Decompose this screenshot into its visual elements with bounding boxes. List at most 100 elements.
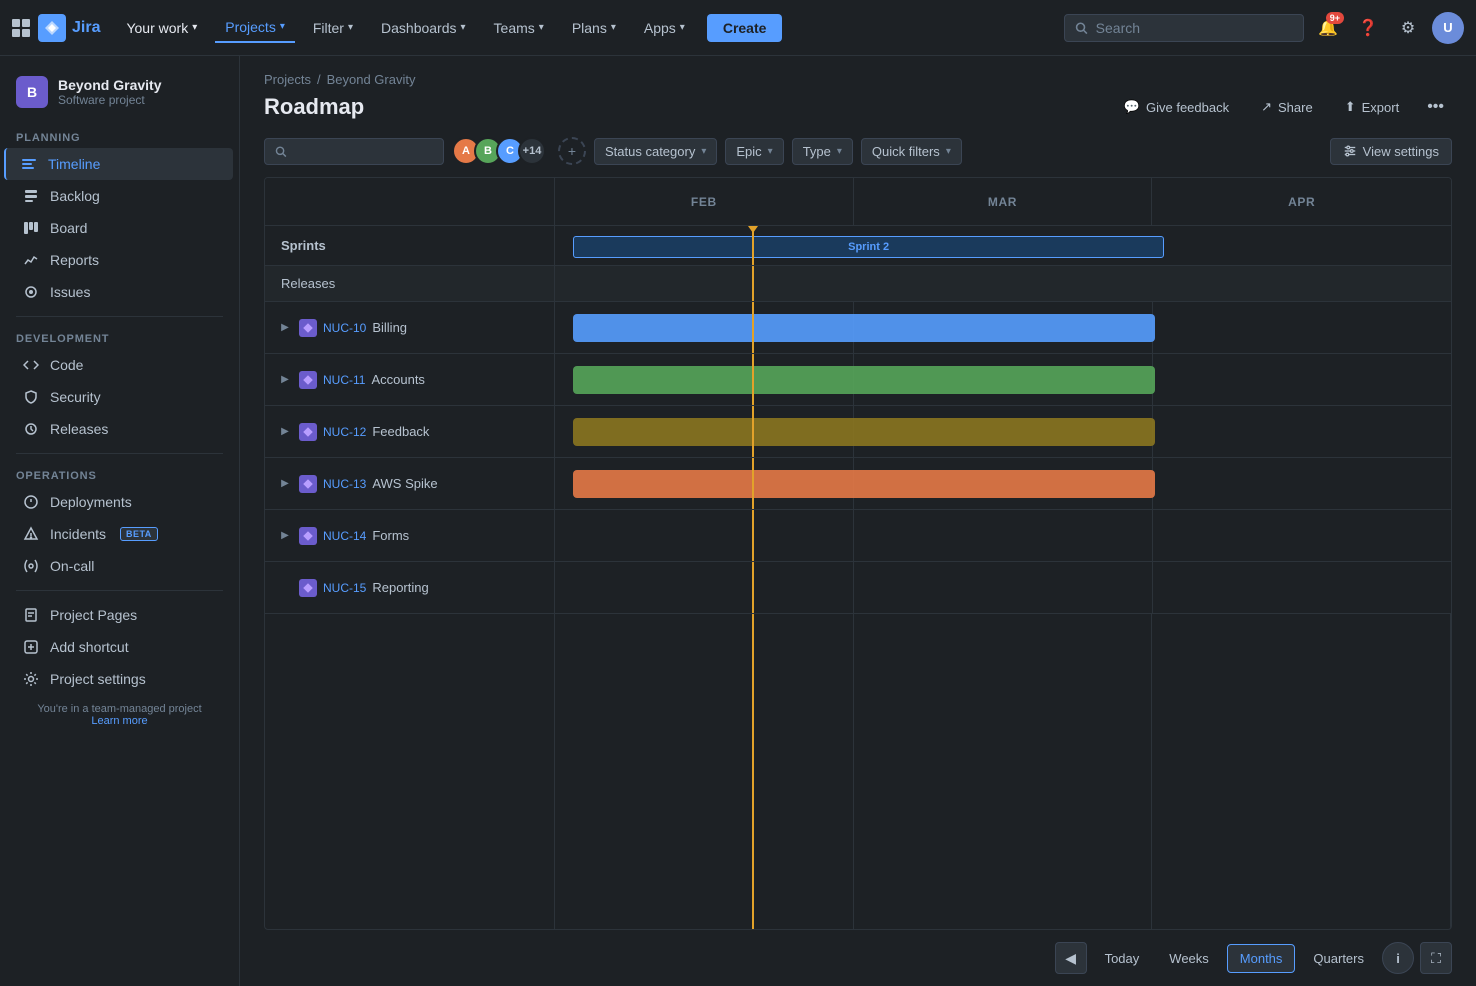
- epic-id-nuc12[interactable]: NUC-12: [323, 425, 366, 439]
- epic-id-nuc15[interactable]: NUC-15: [323, 581, 366, 595]
- epic-timeline-nuc12: [555, 406, 1451, 457]
- sidebar-item-oncall[interactable]: On-call: [6, 550, 233, 582]
- epic-left-nuc14[interactable]: ▶ NUC-14 Forms: [265, 510, 555, 561]
- view-settings-button[interactable]: View settings: [1330, 138, 1452, 165]
- epic-bar-nuc10[interactable]: [573, 314, 1155, 342]
- nav-your-work[interactable]: Your work ▾: [116, 14, 207, 42]
- releases-icon: [22, 420, 40, 438]
- col-divider: [1152, 510, 1153, 561]
- table-row: ▶ NUC-10 Billing: [265, 302, 1451, 354]
- help-button[interactable]: ❓: [1352, 12, 1384, 44]
- epic-left-nuc11[interactable]: ▶ NUC-11 Accounts: [265, 354, 555, 405]
- export-button[interactable]: ⬆ Export: [1333, 94, 1411, 120]
- search-icon: [275, 145, 287, 158]
- breadcrumb-projects[interactable]: Projects: [264, 72, 311, 87]
- type-filter[interactable]: Type ▾: [792, 138, 853, 165]
- give-feedback-button[interactable]: 💬 Give feedback: [1112, 94, 1241, 120]
- sidebar-item-label: Project settings: [50, 671, 146, 687]
- weeks-button[interactable]: Weeks: [1157, 945, 1221, 972]
- epic-bar-nuc11[interactable]: [573, 366, 1155, 394]
- expand-icon[interactable]: ▶: [277, 476, 293, 492]
- sidebar-item-label: Project Pages: [50, 607, 137, 623]
- expand-icon[interactable]: ▶: [277, 320, 293, 336]
- sidebar-item-security[interactable]: Security: [6, 381, 233, 413]
- chevron-down-icon: ▾: [946, 146, 951, 157]
- more-options-button[interactable]: •••: [1419, 93, 1452, 121]
- releases-label: Releases: [265, 266, 555, 301]
- sidebar-item-deployments[interactable]: Deployments: [6, 486, 233, 518]
- epic-id-nuc11[interactable]: NUC-11: [323, 373, 365, 387]
- epic-bar-nuc12[interactable]: [573, 418, 1155, 446]
- sidebar-item-code[interactable]: Code: [6, 349, 233, 381]
- chevron-down-icon: ▾: [768, 146, 773, 157]
- share-button[interactable]: ↗ Share: [1249, 94, 1325, 120]
- sprints-row: Sprints Sprint 2: [265, 226, 1451, 266]
- chevron-down-icon: ▾: [461, 22, 466, 33]
- expand-icon[interactable]: ▶: [277, 528, 293, 544]
- empty-right: [555, 614, 1450, 929]
- nav-plans[interactable]: Plans ▾: [562, 14, 626, 42]
- epic-id-nuc14[interactable]: NUC-14: [323, 529, 366, 543]
- add-person-button[interactable]: +: [558, 137, 586, 165]
- expand-icon[interactable]: ▶: [277, 424, 293, 440]
- epic-bar-nuc13[interactable]: [573, 470, 1155, 498]
- app-switcher-icon[interactable]: [12, 19, 30, 37]
- sidebar-item-reports[interactable]: Reports: [6, 244, 233, 276]
- sidebar-item-label: Timeline: [48, 156, 100, 172]
- nav-dashboards[interactable]: Dashboards ▾: [371, 14, 476, 42]
- epic-left-nuc12[interactable]: ▶ NUC-12 Feedback: [265, 406, 555, 457]
- epic-id-nuc13[interactable]: NUC-13: [323, 477, 366, 491]
- reports-icon: [22, 251, 40, 269]
- search-input[interactable]: [1096, 20, 1293, 36]
- sidebar-item-project-settings[interactable]: Project settings: [6, 663, 233, 695]
- expand-icon[interactable]: ▶: [277, 372, 293, 388]
- sidebar-item-label: Incidents: [50, 526, 106, 542]
- sidebar-item-board[interactable]: Board: [6, 212, 233, 244]
- info-button[interactable]: i: [1382, 942, 1414, 974]
- scroll-left-button[interactable]: ◀: [1055, 942, 1087, 974]
- roadmap-search-input[interactable]: [293, 144, 433, 159]
- quick-filters[interactable]: Quick filters ▾: [861, 138, 962, 165]
- notifications-button[interactable]: 🔔 9+: [1312, 12, 1344, 44]
- epic-id-nuc10[interactable]: NUC-10: [323, 321, 366, 335]
- quarters-button[interactable]: Quarters: [1301, 945, 1376, 972]
- epic-left-nuc13[interactable]: ▶ NUC-13 AWS Spike: [265, 458, 555, 509]
- roadmap-container: FEB MAR APR Sprints Sprint 2: [240, 177, 1476, 986]
- sidebar-item-backlog[interactable]: Backlog: [6, 180, 233, 212]
- breadcrumb-project-name[interactable]: Beyond Gravity: [327, 72, 416, 87]
- sidebar-item-add-shortcut[interactable]: Add shortcut: [6, 631, 233, 663]
- create-button[interactable]: Create: [707, 14, 783, 42]
- epic-type-icon: [299, 475, 317, 493]
- project-type: Software project: [58, 93, 223, 107]
- today-button[interactable]: Today: [1093, 945, 1152, 972]
- toolbar-search[interactable]: [264, 138, 444, 165]
- avatar-count[interactable]: +14: [518, 137, 546, 165]
- settings-button[interactable]: ⚙: [1392, 12, 1424, 44]
- epic-timeline-nuc11: [555, 354, 1451, 405]
- nav-apps[interactable]: Apps ▾: [634, 14, 695, 42]
- today-line-releases: [752, 266, 754, 301]
- nav-filter[interactable]: Filter ▾: [303, 14, 363, 42]
- user-avatar[interactable]: U: [1432, 12, 1464, 44]
- toolbar: A B C +14 + Status category ▾ Epic ▾ Typ…: [240, 129, 1476, 177]
- nav-projects[interactable]: Projects ▾: [215, 13, 295, 43]
- sidebar-item-incidents[interactable]: Incidents BETA: [6, 518, 233, 550]
- sidebar-item-label: Board: [50, 220, 87, 236]
- jira-logo[interactable]: Jira: [38, 14, 100, 42]
- status-category-filter[interactable]: Status category ▾: [594, 138, 717, 165]
- sidebar-item-project-pages[interactable]: Project Pages: [6, 599, 233, 631]
- sidebar-item-releases[interactable]: Releases: [6, 413, 233, 445]
- epic-left-nuc15[interactable]: NUC-15 Reporting: [265, 562, 555, 613]
- sidebar-item-issues[interactable]: Issues: [6, 276, 233, 308]
- project-icon: B: [16, 76, 48, 108]
- expand-fullscreen-button[interactable]: ⛶: [1420, 942, 1452, 974]
- epic-left-nuc10[interactable]: ▶ NUC-10 Billing: [265, 302, 555, 353]
- search-box[interactable]: [1064, 14, 1304, 42]
- sidebar-item-timeline[interactable]: Timeline: [4, 148, 233, 180]
- learn-more-link[interactable]: Learn more: [91, 715, 147, 727]
- project-name: Beyond Gravity: [58, 77, 223, 93]
- months-button[interactable]: Months: [1227, 944, 1296, 973]
- nav-teams[interactable]: Teams ▾: [484, 14, 554, 42]
- search-icon: [1075, 21, 1088, 35]
- epic-filter[interactable]: Epic ▾: [725, 138, 783, 165]
